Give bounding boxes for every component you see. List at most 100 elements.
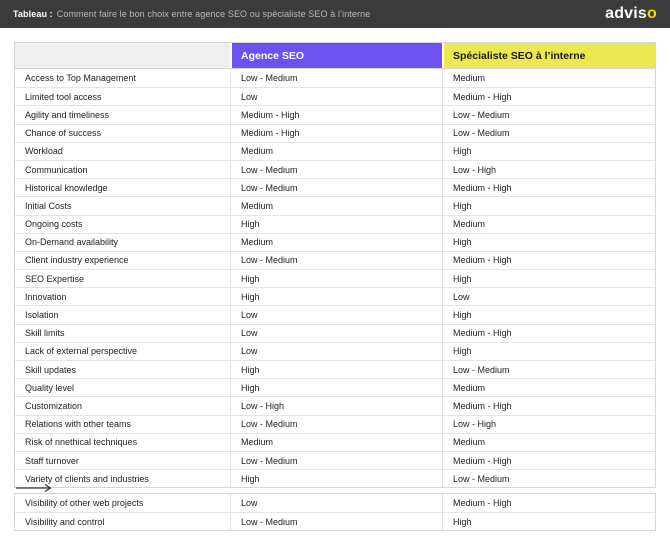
cell-agency-value: Medium - High — [230, 106, 442, 123]
cell-inhouse-value: Low - Medium — [442, 470, 655, 487]
cell-criterion: Quality level — [15, 379, 230, 396]
table-body-tail: Visibility of other web projects Low Med… — [15, 494, 655, 530]
cell-criterion: Skill limits — [15, 325, 230, 342]
cell-agency-value: Low - Medium — [230, 252, 442, 269]
cell-agency-value: High — [230, 379, 442, 396]
header-cell-inhouse-seo: Spécialiste SEO à l’interne — [442, 43, 655, 68]
cell-agency-value: Low - Medium — [230, 161, 442, 178]
header-cell-agency-seo: Agence SEO — [230, 43, 442, 68]
cell-agency-value: Medium — [230, 234, 442, 251]
cell-inhouse-value: Medium — [442, 434, 655, 451]
cell-inhouse-value: Medium - High — [442, 397, 655, 414]
cell-agency-value: Medium — [230, 197, 442, 214]
table-row: Risk of nnethical techniques Medium Medi… — [15, 433, 655, 451]
cell-inhouse-value: Low - High — [442, 416, 655, 433]
cell-inhouse-value: Low — [442, 288, 655, 305]
cell-agency-value: Medium — [230, 434, 442, 451]
cell-inhouse-value: High — [442, 197, 655, 214]
cell-agency-value: High — [230, 288, 442, 305]
cell-inhouse-value: Medium - High — [442, 494, 655, 512]
cell-criterion: Visibility and control — [15, 513, 230, 530]
cell-inhouse-value: Medium - High — [442, 179, 655, 196]
table-row: On-Demand availability Medium High — [15, 233, 655, 251]
cell-inhouse-value: Low - High — [442, 161, 655, 178]
cell-inhouse-value: Low - Medium — [442, 106, 655, 123]
cell-inhouse-value: Low - Medium — [442, 125, 655, 142]
cell-criterion: Lack of external perspective — [15, 343, 230, 360]
cell-criterion: SEO Expertise — [15, 270, 230, 287]
table-row: Relations with other teams Low - Medium … — [15, 415, 655, 433]
cell-criterion: Innovation — [15, 288, 230, 305]
cell-criterion: Visibility of other web projects — [15, 494, 230, 512]
cell-inhouse-value: Low - Medium — [442, 361, 655, 378]
table-row: Workload Medium High — [15, 142, 655, 160]
comparison-table-continued: Visibility of other web projects Low Med… — [14, 493, 656, 531]
cell-agency-value: Low — [230, 494, 442, 512]
cell-criterion: Relations with other teams — [15, 416, 230, 433]
cell-inhouse-value: Medium — [442, 379, 655, 396]
cell-criterion: Historical knowledge — [15, 179, 230, 196]
table-row: Skill updates High Low - Medium — [15, 360, 655, 378]
table-row: Client industry experience Low - Medium … — [15, 251, 655, 269]
title-text: Comment faire le bon choix entre agence … — [57, 9, 371, 19]
table-header-row: Agence SEO Spécialiste SEO à l’interne — [15, 43, 655, 69]
table-row: Ongoing costs High Medium — [15, 215, 655, 233]
table-body-main: Access to Top Management Low - Medium Me… — [15, 69, 655, 487]
table-row: Communication Low - Medium Low - High — [15, 160, 655, 178]
table-row: Customization Low - High Medium - High — [15, 396, 655, 414]
table-row: Visibility and control Low - Medium High — [15, 512, 655, 530]
cell-criterion: Workload — [15, 143, 230, 160]
table-row: Innovation High Low — [15, 287, 655, 305]
cell-criterion: Chance of success — [15, 125, 230, 142]
cell-inhouse-value: Medium — [442, 69, 655, 87]
cell-criterion: Client industry experience — [15, 252, 230, 269]
table-row: Limited tool access Low Medium - High — [15, 87, 655, 105]
table-row: Staff turnover Low - Medium Medium - Hig… — [15, 451, 655, 469]
cell-agency-value: Low - Medium — [230, 69, 442, 87]
logo-text: advis — [605, 5, 647, 22]
table-row: Variety of clients and industries High L… — [15, 469, 655, 487]
table-row: Chance of success Medium - High Low - Me… — [15, 124, 655, 142]
cell-agency-value: Low - High — [230, 397, 442, 414]
cell-agency-value: Low - Medium — [230, 452, 442, 469]
logo-accent-letter: o — [647, 5, 657, 22]
cell-agency-value: Low - Medium — [230, 416, 442, 433]
cell-inhouse-value: High — [442, 143, 655, 160]
long-right-arrow-icon — [15, 483, 55, 493]
cell-criterion: Skill updates — [15, 361, 230, 378]
cell-agency-value: Low - Medium — [230, 513, 442, 530]
table-row: Visibility of other web projects Low Med… — [15, 494, 655, 512]
table-row: Agility and timeliness Medium - High Low… — [15, 105, 655, 123]
cell-agency-value: Low — [230, 343, 442, 360]
cell-criterion: Risk of nnethical techniques — [15, 434, 230, 451]
cell-inhouse-value: Medium - High — [442, 88, 655, 105]
cell-agency-value: Medium - High — [230, 125, 442, 142]
cell-inhouse-value: Medium - High — [442, 252, 655, 269]
cell-criterion: On-Demand availability — [15, 234, 230, 251]
cell-inhouse-value: High — [442, 234, 655, 251]
cell-agency-value: Medium — [230, 143, 442, 160]
cell-inhouse-value: High — [442, 343, 655, 360]
cell-inhouse-value: Medium - High — [442, 452, 655, 469]
cell-inhouse-value: Medium — [442, 216, 655, 233]
cell-criterion: Customization — [15, 397, 230, 414]
cell-inhouse-value: High — [442, 306, 655, 323]
cell-criterion: Ongoing costs — [15, 216, 230, 233]
cell-agency-value: Low - Medium — [230, 179, 442, 196]
cell-criterion: Initial Costs — [15, 197, 230, 214]
topbar: Tableau :Comment faire le bon choix entr… — [0, 0, 670, 28]
cell-criterion: Isolation — [15, 306, 230, 323]
adviso-logo[interactable]: adviso — [605, 6, 657, 22]
cell-inhouse-value: Medium - High — [442, 325, 655, 342]
comparison-table: Agence SEO Spécialiste SEO à l’interne A… — [14, 42, 656, 488]
cell-criterion: Staff turnover — [15, 452, 230, 469]
cell-criterion: Limited tool access — [15, 88, 230, 105]
header-cell-criteria — [15, 43, 230, 68]
table-row: Initial Costs Medium High — [15, 196, 655, 214]
table-row: SEO Expertise High High — [15, 269, 655, 287]
cell-agency-value: Low — [230, 88, 442, 105]
cell-agency-value: High — [230, 216, 442, 233]
cell-agency-value: Low — [230, 306, 442, 323]
cell-inhouse-value: High — [442, 270, 655, 287]
cell-agency-value: High — [230, 361, 442, 378]
